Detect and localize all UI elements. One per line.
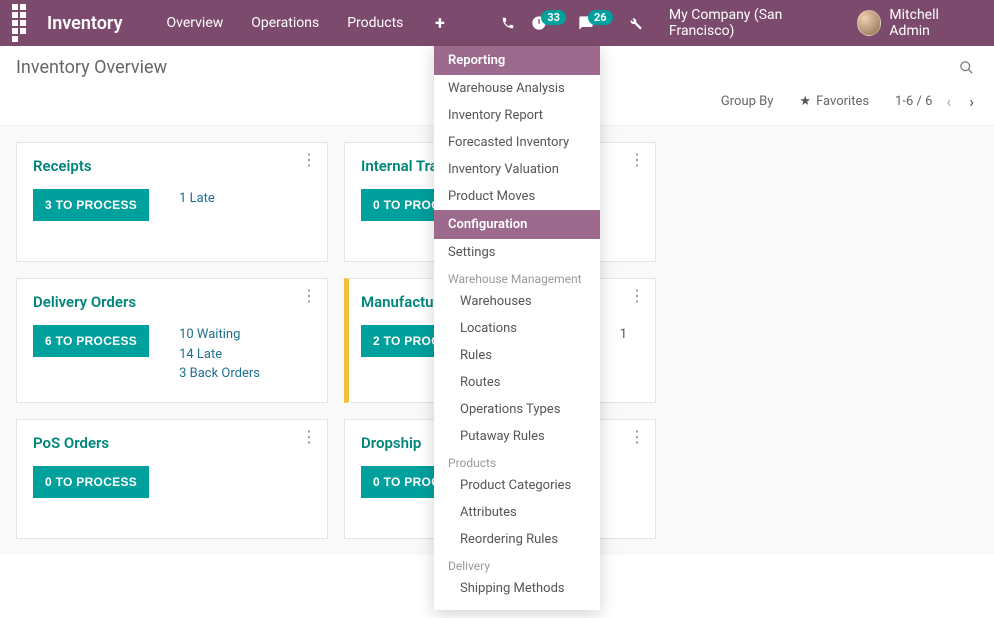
pager[interactable]: 1-6 / 6 bbox=[895, 94, 932, 109]
process-button[interactable]: 0 TO PROCESS bbox=[33, 466, 149, 498]
status-late-count: 1 bbox=[620, 325, 627, 345]
activity-badge: 33 bbox=[541, 10, 566, 25]
app-title: Inventory bbox=[47, 13, 122, 34]
menu-inventory-valuation[interactable]: Inventory Valuation bbox=[434, 156, 600, 183]
card-menu-icon[interactable]: ⋮ bbox=[301, 155, 317, 165]
card-receipts[interactable]: ⋮ Receipts 3 TO PROCESS 1 Late bbox=[16, 142, 328, 262]
card-menu-icon[interactable]: ⋮ bbox=[629, 155, 645, 165]
star-icon: ★ bbox=[799, 94, 811, 109]
dropdown-section-configuration: Configuration bbox=[434, 210, 600, 239]
card-title: Delivery Orders bbox=[33, 293, 311, 311]
nav-products[interactable]: Products bbox=[333, 0, 417, 46]
card-title: PoS Orders bbox=[33, 434, 311, 452]
menu-locations[interactable]: Locations bbox=[434, 315, 600, 342]
page-title: Inventory Overview bbox=[16, 57, 167, 78]
status-list: 10 Waiting 14 Late 3 Back Orders bbox=[179, 325, 260, 384]
card-menu-icon[interactable]: ⋮ bbox=[629, 291, 645, 301]
avatar bbox=[857, 10, 882, 36]
user-menu[interactable]: Mitchell Admin bbox=[857, 7, 986, 39]
phone-icon[interactable] bbox=[491, 0, 525, 46]
nav-overview[interactable]: Overview bbox=[153, 0, 238, 46]
process-button[interactable]: 3 TO PROCESS bbox=[33, 189, 149, 221]
menu-routes[interactable]: Routes bbox=[434, 369, 600, 396]
more-menu-dropdown: Reporting Warehouse Analysis Inventory R… bbox=[434, 46, 600, 610]
status-late[interactable]: 1 Late bbox=[179, 189, 215, 209]
nav-more-plus[interactable]: + bbox=[417, 0, 462, 46]
menu-putaway-rules[interactable]: Putaway Rules bbox=[434, 423, 600, 450]
user-name: Mitchell Admin bbox=[889, 7, 978, 39]
menu-forecasted-inventory[interactable]: Forecasted Inventory bbox=[434, 129, 600, 156]
menu-inventory-report[interactable]: Inventory Report bbox=[434, 102, 600, 129]
card-menu-icon[interactable]: ⋮ bbox=[629, 432, 645, 442]
card-menu-icon[interactable]: ⋮ bbox=[301, 432, 317, 442]
status-late[interactable]: 14 Late bbox=[179, 345, 260, 365]
menu-product-categories[interactable]: Product Categories bbox=[434, 472, 600, 499]
card-title: Receipts bbox=[33, 157, 311, 175]
menu-operations-types[interactable]: Operations Types bbox=[434, 396, 600, 423]
nav-operations[interactable]: Operations bbox=[237, 0, 333, 46]
menu-settings[interactable]: Settings bbox=[434, 239, 600, 266]
status-list: 1 Late bbox=[179, 189, 215, 209]
pager-prev[interactable]: ‹ bbox=[942, 92, 955, 111]
search-icon[interactable] bbox=[955, 56, 978, 79]
status-backorders[interactable]: 3 Back Orders bbox=[179, 364, 260, 384]
dropdown-label-products: Products bbox=[434, 450, 600, 472]
company-switcher[interactable]: My Company (San Francisco) bbox=[663, 7, 849, 39]
process-button[interactable]: 6 TO PROCESS bbox=[33, 325, 149, 357]
tools-icon[interactable] bbox=[619, 0, 653, 46]
favorites-button[interactable]: ★ Favorites bbox=[799, 94, 869, 109]
card-delivery-orders[interactable]: ⋮ Delivery Orders 6 TO PROCESS 10 Waitin… bbox=[16, 278, 328, 403]
card-menu-icon[interactable]: ⋮ bbox=[301, 291, 317, 301]
dropdown-label-delivery: Delivery bbox=[434, 553, 600, 575]
messages-badge: 26 bbox=[588, 10, 613, 25]
menu-rules[interactable]: Rules bbox=[434, 342, 600, 369]
menu-shipping-methods[interactable]: Shipping Methods bbox=[434, 575, 600, 602]
card-pos-orders[interactable]: ⋮ PoS Orders 0 TO PROCESS bbox=[16, 419, 328, 539]
menu-warehouses[interactable]: Warehouses bbox=[434, 288, 600, 315]
apps-icon[interactable] bbox=[8, 0, 35, 46]
menu-attributes[interactable]: Attributes bbox=[434, 499, 600, 526]
groupby-button[interactable]: Group By bbox=[721, 94, 774, 109]
dropdown-label-warehouse: Warehouse Management bbox=[434, 266, 600, 288]
pager-next[interactable]: › bbox=[965, 92, 978, 111]
status-waiting[interactable]: 10 Waiting bbox=[179, 325, 260, 345]
top-navbar: Inventory Overview Operations Products +… bbox=[0, 0, 994, 46]
activity-icon[interactable]: 33 bbox=[525, 15, 572, 31]
messages-icon[interactable]: 26 bbox=[572, 15, 619, 31]
menu-warehouse-analysis[interactable]: Warehouse Analysis bbox=[434, 75, 600, 102]
menu-reordering-rules[interactable]: Reordering Rules bbox=[434, 526, 600, 553]
dropdown-section-reporting: Reporting bbox=[434, 46, 600, 75]
menu-product-moves[interactable]: Product Moves bbox=[434, 183, 600, 210]
